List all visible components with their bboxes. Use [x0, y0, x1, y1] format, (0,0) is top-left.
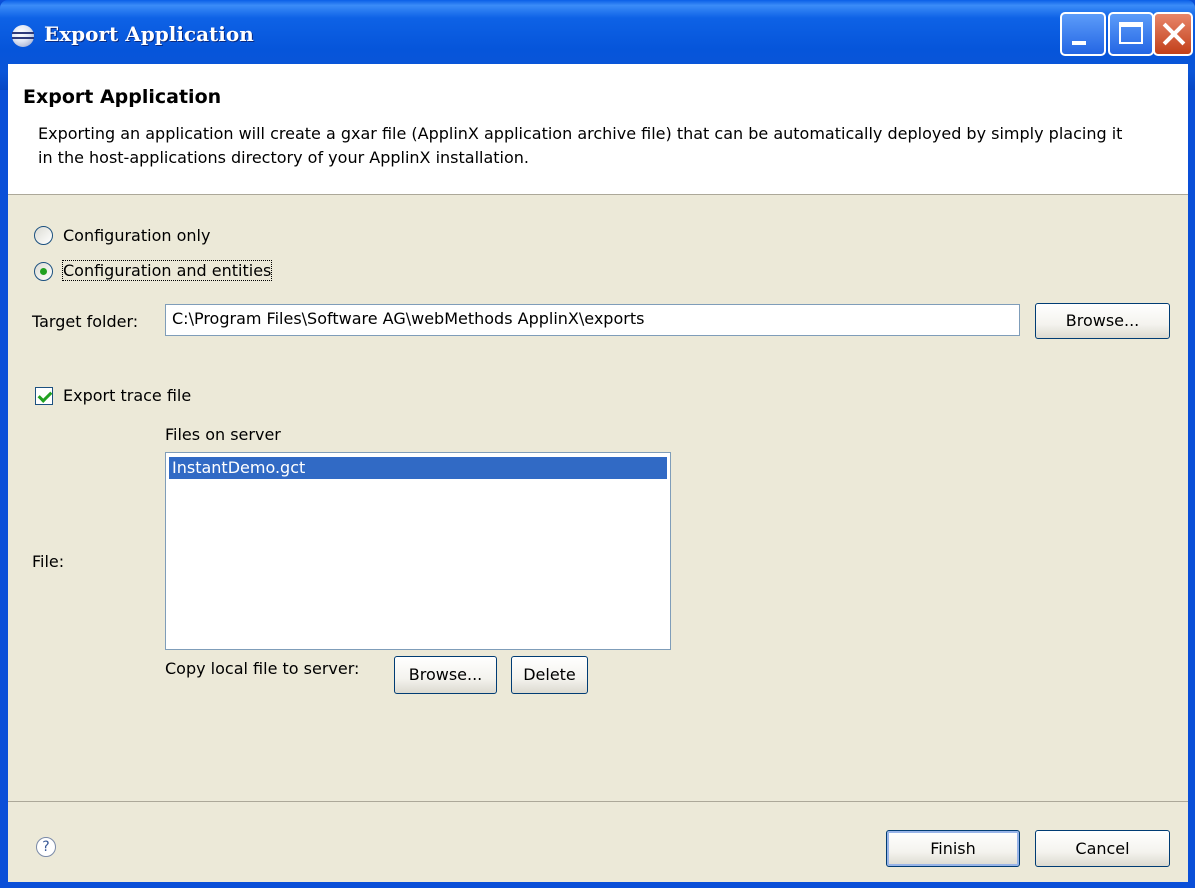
target-browse-button[interactable]: Browse... — [1035, 303, 1170, 339]
cancel-button[interactable]: Cancel — [1035, 830, 1170, 867]
minimize-button[interactable] — [1060, 12, 1106, 56]
window-bottom-border — [0, 882, 1195, 888]
export-trace-label[interactable]: Export trace file — [63, 386, 191, 405]
files-listbox[interactable]: InstantDemo.gct — [165, 452, 671, 650]
copy-browse-button[interactable]: Browse... — [394, 656, 497, 694]
file-label: File: — [32, 552, 65, 571]
list-item[interactable]: InstantDemo.gct — [169, 457, 667, 479]
help-icon[interactable]: ? — [36, 837, 56, 857]
config-entities-label[interactable]: Configuration and entities — [61, 260, 273, 281]
maximize-button[interactable] — [1108, 12, 1154, 56]
files-on-server-header: Files on server — [165, 425, 281, 444]
header-description: Exporting an application will create a g… — [38, 124, 1123, 167]
export-trace-checkbox[interactable] — [35, 387, 53, 405]
delete-button[interactable]: Delete — [511, 656, 588, 694]
close-button[interactable] — [1153, 12, 1193, 56]
window-title: Export Application — [44, 22, 254, 46]
dialog-header: Export Application Exporting an applicat… — [8, 64, 1188, 195]
dialog-body: Configuration only Configuration and ent… — [8, 195, 1188, 801]
copy-local-file-label: Copy local file to server: — [165, 659, 360, 678]
config-only-radio[interactable] — [34, 226, 53, 245]
config-only-label[interactable]: Configuration only — [63, 226, 210, 245]
target-folder-input[interactable]: C:\Program Files\Software AG\webMethods … — [165, 304, 1020, 336]
config-entities-radio[interactable] — [34, 262, 53, 281]
finish-button[interactable]: Finish — [886, 830, 1020, 867]
header-title: Export Application — [23, 86, 222, 108]
export-dialog-window: Export Application Export Application Ex… — [0, 0, 1195, 888]
target-folder-label: Target folder: — [32, 312, 139, 331]
dialog-footer: ? Finish Cancel — [8, 801, 1188, 883]
eclipse-icon — [12, 25, 34, 47]
